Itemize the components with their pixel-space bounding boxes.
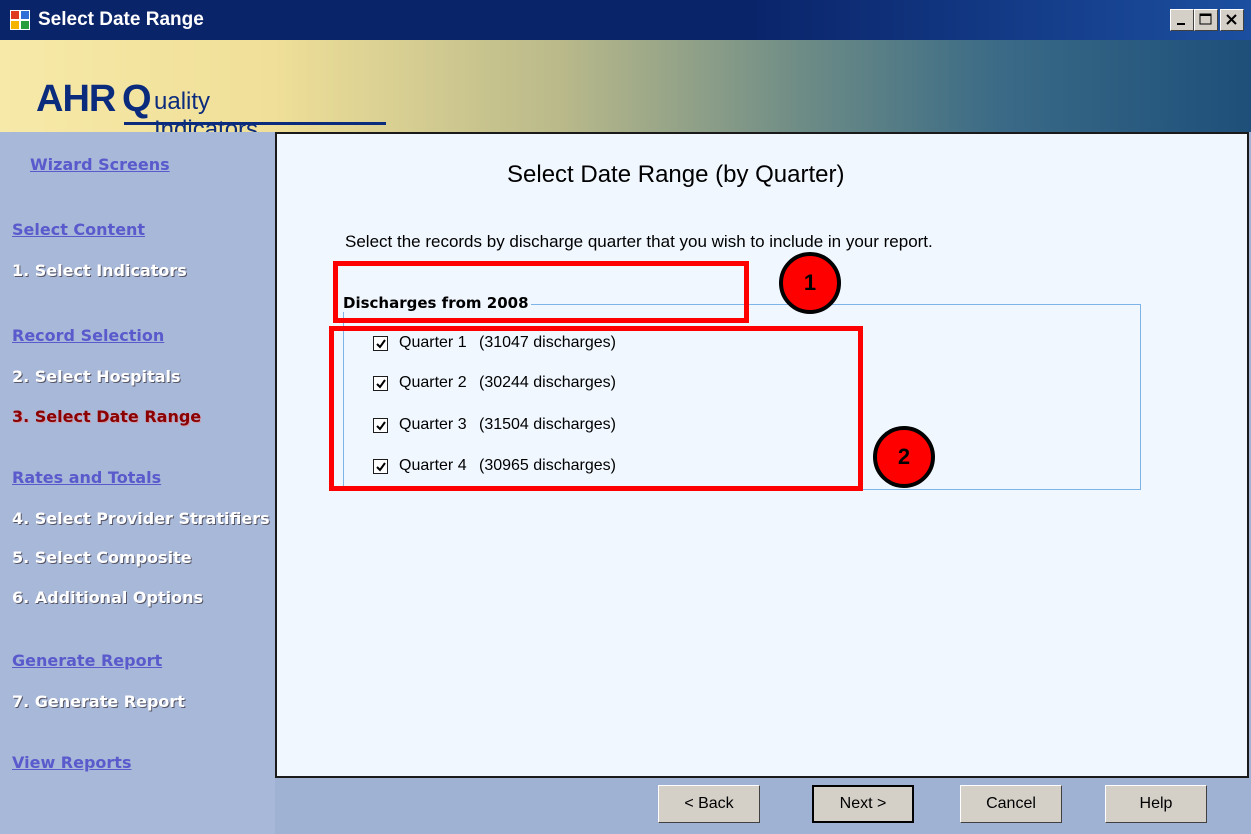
logo-q-text: Q [122, 78, 152, 120]
sidebar-item-select-hospitals[interactable]: 2. Select Hospitals [12, 367, 181, 386]
annotation-callout-1: 1 [779, 252, 841, 314]
app-icon [10, 10, 30, 30]
back-button[interactable]: < Back [658, 785, 760, 823]
wizard-window: Select Date Range AHR Q uality Indicator… [0, 0, 1251, 834]
logo-underline [124, 122, 386, 125]
minimize-button[interactable] [1170, 9, 1194, 31]
close-button[interactable] [1220, 9, 1244, 31]
annotation-box-2 [329, 326, 863, 491]
maximize-icon [1199, 13, 1212, 25]
wizard-sidebar: Wizard Screens Select Content 1. Select … [0, 132, 275, 834]
cancel-button[interactable]: Cancel [960, 785, 1062, 823]
annotation-box-1 [333, 261, 749, 323]
page-title: Select Date Range (by Quarter) [507, 161, 845, 188]
help-button[interactable]: Help [1105, 785, 1207, 823]
logo-ahr-text: AHR [36, 78, 116, 120]
sidebar-item-additional-options[interactable]: 6. Additional Options [12, 588, 203, 607]
instruction-text: Select the records by discharge quarter … [345, 232, 933, 251]
maximize-button[interactable] [1194, 9, 1218, 31]
sidebar-item-select-date-range[interactable]: 3. Select Date Range [12, 407, 201, 426]
main-panel: Select Date Range (by Quarter) Select th… [275, 132, 1249, 778]
sidebar-header-wizard-screens[interactable]: Wizard Screens [30, 155, 170, 174]
sidebar-section-generate-report[interactable]: Generate Report [12, 651, 162, 670]
sidebar-item-generate-report[interactable]: 7. Generate Report [12, 692, 185, 711]
sidebar-item-select-provider-stratifiers[interactable]: 4. Select Provider Stratifiers [12, 509, 270, 528]
sidebar-section-view-reports[interactable]: View Reports [12, 753, 131, 772]
sidebar-item-select-indicators[interactable]: 1. Select Indicators [12, 261, 187, 280]
sidebar-section-select-content[interactable]: Select Content [12, 220, 145, 239]
minimize-icon [1177, 23, 1185, 25]
sidebar-section-rates-totals[interactable]: Rates and Totals [12, 468, 161, 487]
next-button[interactable]: Next > [812, 785, 914, 823]
annotation-callout-2: 2 [873, 426, 935, 488]
close-icon [1226, 14, 1237, 25]
sidebar-section-record-selection[interactable]: Record Selection [12, 326, 164, 345]
title-bar: Select Date Range [0, 0, 1251, 40]
sidebar-item-select-composite[interactable]: 5. Select Composite [12, 548, 192, 567]
window-title: Select Date Range [38, 9, 204, 30]
